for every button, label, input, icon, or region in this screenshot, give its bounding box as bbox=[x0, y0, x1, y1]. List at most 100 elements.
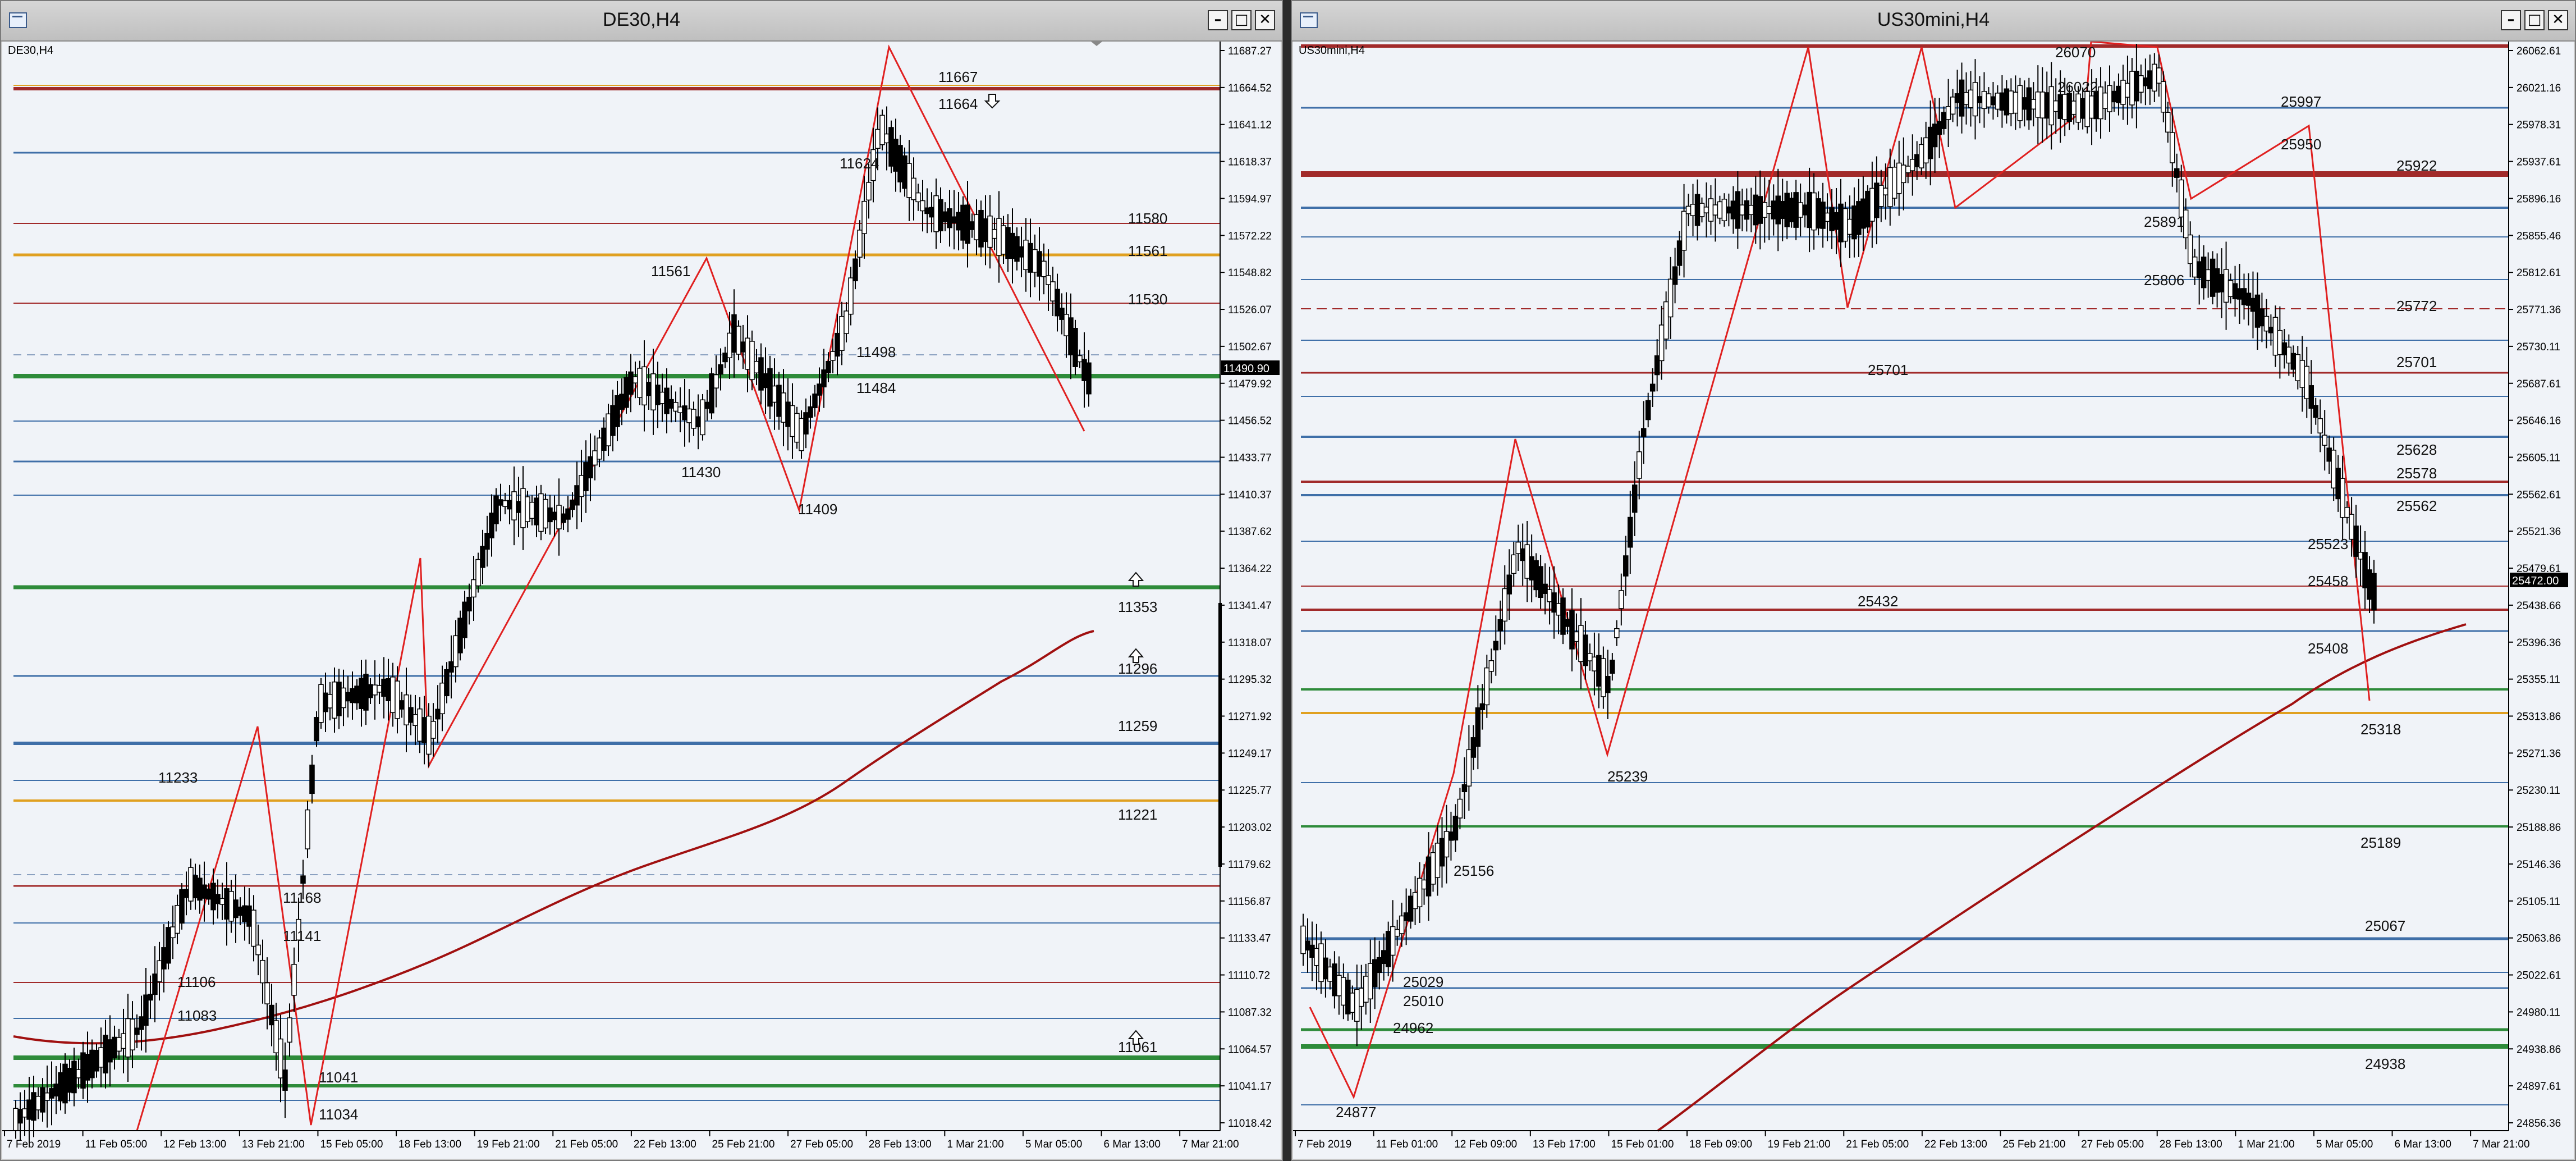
level-label: 11624 bbox=[840, 155, 879, 172]
candle-body bbox=[1972, 82, 1978, 117]
candle-body bbox=[592, 450, 598, 466]
candle-body bbox=[2057, 94, 2063, 119]
candle-body bbox=[722, 353, 728, 363]
candle-body bbox=[480, 546, 485, 568]
candle-body bbox=[1645, 400, 1651, 420]
candle-body bbox=[1314, 948, 1319, 966]
candle-body bbox=[933, 195, 939, 232]
window-titlebar[interactable]: US30mini,H4 – □ ✕ bbox=[1292, 1, 2575, 42]
price-scale: 11687.27 11664.52 11641.12 11618.37 11594.97… bbox=[1220, 45, 1272, 1130]
candle-body bbox=[1981, 91, 1987, 109]
candle-body bbox=[1842, 208, 1848, 242]
candle-body bbox=[1968, 89, 1974, 108]
candle-body bbox=[426, 715, 432, 755]
candle-body bbox=[637, 368, 643, 398]
candle-body bbox=[1072, 328, 1078, 367]
level-label: 11498 bbox=[856, 344, 896, 360]
candle-body bbox=[588, 456, 593, 479]
close-icon[interactable]: ✕ bbox=[1255, 10, 1275, 30]
chart-window-de30[interactable]: DE30,H4 – □ ✕ 11687.27 11664.52 11641.12… bbox=[0, 0, 1283, 1161]
candle-body bbox=[350, 688, 355, 703]
time-tick-label: 6 Mar 13:00 bbox=[2395, 1139, 2451, 1150]
candle-body bbox=[143, 994, 149, 1026]
candle-body bbox=[1565, 619, 1570, 627]
candle-body bbox=[691, 409, 696, 429]
candle-body bbox=[305, 809, 310, 849]
price-chart-svg[interactable]: 11687.27 11664.52 11641.12 11618.37 11594.97… bbox=[2, 42, 1282, 1161]
candle-body bbox=[767, 368, 773, 407]
candle-body bbox=[1690, 204, 1696, 216]
candle-body bbox=[40, 1087, 45, 1113]
candle-body bbox=[484, 532, 490, 550]
candle-body bbox=[529, 501, 535, 519]
candle-body bbox=[89, 1049, 95, 1078]
candle-body bbox=[799, 418, 804, 451]
candle-body bbox=[300, 875, 306, 884]
price-tick-label: 25855.46 bbox=[2517, 230, 2561, 242]
time-tick-label: 6 Mar 13:00 bbox=[1104, 1139, 1161, 1150]
candle-body bbox=[709, 373, 714, 414]
candle-body bbox=[2071, 100, 2077, 115]
candle-body bbox=[1914, 154, 1920, 167]
price-tick-label: 11618.37 bbox=[1228, 157, 1272, 168]
candle-body bbox=[875, 129, 881, 149]
candle-body bbox=[1708, 198, 1714, 222]
candle-body bbox=[2165, 112, 2171, 133]
level-label: 11221 bbox=[1118, 806, 1157, 823]
close-icon[interactable]: ✕ bbox=[2548, 10, 2568, 30]
time-tick-label: 19 Feb 21:00 bbox=[1768, 1139, 1831, 1150]
candle-body bbox=[2250, 298, 2256, 312]
candle-body bbox=[1399, 915, 1405, 934]
candle-body bbox=[628, 371, 634, 395]
minimize-icon[interactable]: – bbox=[2501, 10, 2521, 30]
candle-body bbox=[1834, 212, 1839, 230]
candle-body bbox=[1820, 202, 1826, 229]
window-titlebar[interactable]: DE30,H4 – □ ✕ bbox=[1, 1, 1282, 42]
candle-body bbox=[2170, 132, 2175, 163]
candle-body bbox=[1448, 831, 1454, 841]
candle-body bbox=[1856, 201, 1862, 235]
candle-body bbox=[641, 366, 647, 406]
candle-body bbox=[1359, 988, 1364, 1007]
price-tick-label: 11387.62 bbox=[1228, 526, 1272, 538]
candle-body bbox=[1649, 383, 1656, 392]
candle-body bbox=[2304, 365, 2310, 399]
chart-area[interactable]: 11687.27 11664.52 11641.12 11618.37 11594.97… bbox=[2, 42, 1281, 1159]
maximize-icon[interactable]: □ bbox=[2524, 10, 2545, 30]
time-tick-label: 22 Feb 13:00 bbox=[1924, 1139, 1987, 1150]
candle-body bbox=[1390, 926, 1396, 956]
candle-body bbox=[1851, 205, 1857, 240]
candle-body bbox=[1999, 92, 2005, 111]
candle-body bbox=[520, 488, 526, 528]
chart-window-us30mini[interactable]: US30mini,H4 – □ ✕ 26062.61 26021.16 2597… bbox=[1291, 0, 2576, 1161]
candle-body bbox=[421, 717, 427, 743]
candle-body bbox=[2062, 94, 2068, 120]
candle-body bbox=[929, 207, 934, 218]
symbol-label: US30mini,H4 bbox=[1299, 44, 1365, 57]
candle-body bbox=[893, 139, 899, 172]
candle-body bbox=[327, 694, 333, 709]
price-tick-label: 25562.61 bbox=[2517, 489, 2561, 501]
candle-body bbox=[282, 1069, 288, 1091]
candle-body bbox=[713, 374, 719, 388]
level-label: 11667 bbox=[938, 68, 978, 85]
candle-body bbox=[237, 906, 243, 916]
price-tick-label: 25521.36 bbox=[2517, 526, 2561, 538]
candle-body bbox=[2098, 86, 2103, 120]
chart-area[interactable]: 26062.61 26021.16 25978.31 25937.61 25896.16… bbox=[1293, 42, 2574, 1159]
candle-body bbox=[597, 437, 602, 460]
level-label: 11083 bbox=[177, 1007, 217, 1024]
candle-body bbox=[2004, 88, 2010, 116]
maximize-icon[interactable]: □ bbox=[1231, 10, 1252, 30]
candle-body bbox=[1592, 656, 1597, 671]
candle-body bbox=[1950, 97, 1956, 115]
candle-body bbox=[1506, 574, 1512, 595]
candle-body bbox=[1896, 162, 1902, 194]
minimize-icon[interactable]: – bbox=[1208, 10, 1228, 30]
candle-body bbox=[26, 1099, 32, 1120]
time-tick-label: 1 Mar 21:00 bbox=[947, 1139, 1003, 1150]
candle-body bbox=[1574, 631, 1579, 642]
candle-body bbox=[879, 115, 885, 145]
candle-body bbox=[363, 674, 369, 711]
price-chart-svg[interactable]: 26062.61 26021.16 25978.31 25937.61 25896.16… bbox=[1293, 42, 2575, 1161]
